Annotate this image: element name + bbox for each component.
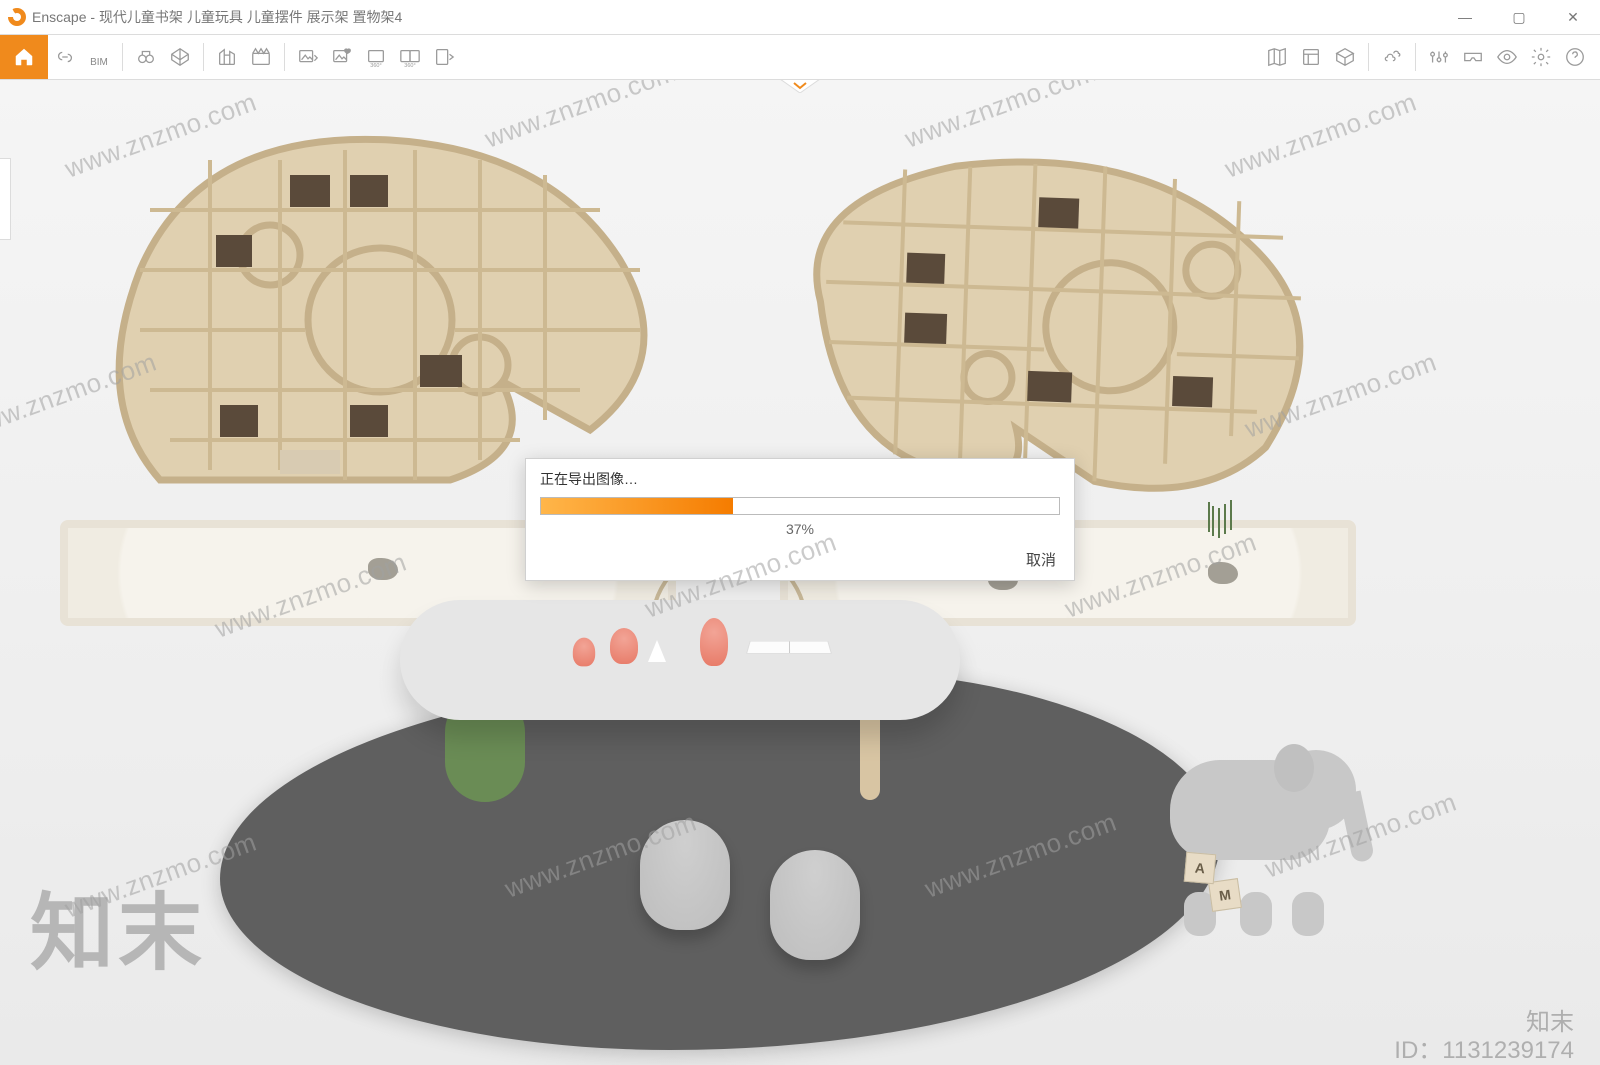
viewport-top-handle[interactable] [780,80,820,93]
table-top [400,600,960,720]
box-icon [1334,46,1356,68]
eye-icon [1496,46,1518,68]
toy-rocket [700,618,728,666]
toolbar-separator [203,43,204,71]
window-title: Enscape - 现代儿童书架 儿童玩具 儿童摆件 展示架 置物架4 [32,7,402,27]
dialog-actions: 取消 [540,547,1060,572]
app-logo: Enscape - 现代儿童书架 儿童玩具 儿童摆件 展示架 置物架4 [0,7,410,27]
stereo-360-button[interactable]: 360° [393,35,427,79]
cancel-button[interactable]: 取消 [1022,547,1060,572]
progress-percent-label: 37% [540,521,1060,537]
export-progress-dialog: 正在导出图像… 37% 取消 [525,458,1075,581]
dialog-title: 正在导出图像… [540,469,1060,489]
watermark-brand-large: 知末 [30,866,206,987]
help-icon [1564,46,1586,68]
library-icon [1300,46,1322,68]
toolbar-left: BIM 360° [48,35,461,79]
collab-annotate-button[interactable] [1375,35,1409,79]
map-button[interactable] [1260,35,1294,79]
pano-360-icon: 360° [365,46,387,68]
collapsed-left-panel[interactable] [0,158,11,240]
open-book [746,641,832,654]
window-controls: — ▢ ✕ [1438,0,1600,34]
letter-block-2: A [1184,852,1217,885]
enscape-logo-icon [8,8,26,26]
home-button[interactable] [0,35,48,79]
stool-1 [640,820,730,930]
progress-bar [540,497,1060,515]
collab-icon [1381,46,1403,68]
chevron-down-icon [780,80,820,93]
batch-render-button[interactable] [210,35,244,79]
show-hide-button[interactable] [1490,35,1524,79]
pano-360-stereo-icon: 360° [399,46,421,68]
export-exe-button[interactable] [427,35,461,79]
link-icon [54,46,76,68]
minimize-button[interactable]: — [1438,0,1492,34]
bim-label: BIM [90,57,108,68]
vr-headset-button[interactable] [1456,35,1490,79]
home-icon [13,46,35,68]
toolbar-separator [122,43,123,71]
document-title: 现代儿童书架 儿童玩具 儿童摆件 展示架 置物架4 [99,9,402,25]
viewport[interactable]: M A 正在导出图像… 37% 取消 www.znzmo.com www.znz… [0,80,1600,1065]
screenshot-button[interactable] [291,35,325,79]
toolbar: BIM 360° [0,35,1600,80]
orbit-button[interactable] [163,35,197,79]
clapperboard-icon [250,46,272,68]
mono-360-button[interactable]: 360° [359,35,393,79]
link-views-button[interactable] [48,35,82,79]
progress-fill [541,498,733,514]
toolbar-separator [284,43,285,71]
title-separator: - [86,9,98,25]
binoculars-icon [135,46,157,68]
svg-text:360°: 360° [404,63,415,68]
app-name: Enscape [32,9,86,25]
app-root: Enscape - 现代儿童书架 儿童玩具 儿童摆件 展示架 置物架4 — ▢ … [0,0,1600,1065]
toolbar-right [1260,35,1600,79]
bookshelf-left [80,120,700,500]
bookshelf-right [774,140,1346,499]
image-heart-icon [331,46,353,68]
asset-library-button[interactable] [1294,35,1328,79]
titlebar: Enscape - 现代儿童书架 儿童玩具 儿童摆件 展示架 置物架4 — ▢ … [0,0,1600,35]
maximize-button[interactable]: ▢ [1492,0,1546,34]
svg-text:360°: 360° [370,63,381,68]
watermark-id: ID：1131239174 [1394,1030,1574,1065]
settings-button[interactable] [1524,35,1558,79]
visual-settings-button[interactable] [1422,35,1456,79]
toy-figure [610,628,638,664]
favorite-screenshot-button[interactable] [325,35,359,79]
video-path-button[interactable] [244,35,278,79]
gear-icon [1530,46,1552,68]
elephant-seat [1140,740,1340,900]
toy-cone [648,640,666,662]
binoculars-button[interactable] [129,35,163,79]
toy-cup [573,638,595,667]
stool-2 [770,850,860,960]
toolbar-separator [1415,43,1416,71]
close-button[interactable]: ✕ [1546,0,1600,34]
map-icon [1266,46,1288,68]
export-icon [433,46,455,68]
vr-icon [1462,46,1484,68]
manage-views-button[interactable]: BIM [82,46,116,68]
buildings-icon [216,46,238,68]
help-button[interactable] [1558,35,1592,79]
toolbar-separator [1368,43,1369,71]
image-export-icon [297,46,319,68]
orbit-icon [169,46,191,68]
sliders-icon [1428,46,1450,68]
upload-button[interactable] [1328,35,1362,79]
table [400,600,960,780]
